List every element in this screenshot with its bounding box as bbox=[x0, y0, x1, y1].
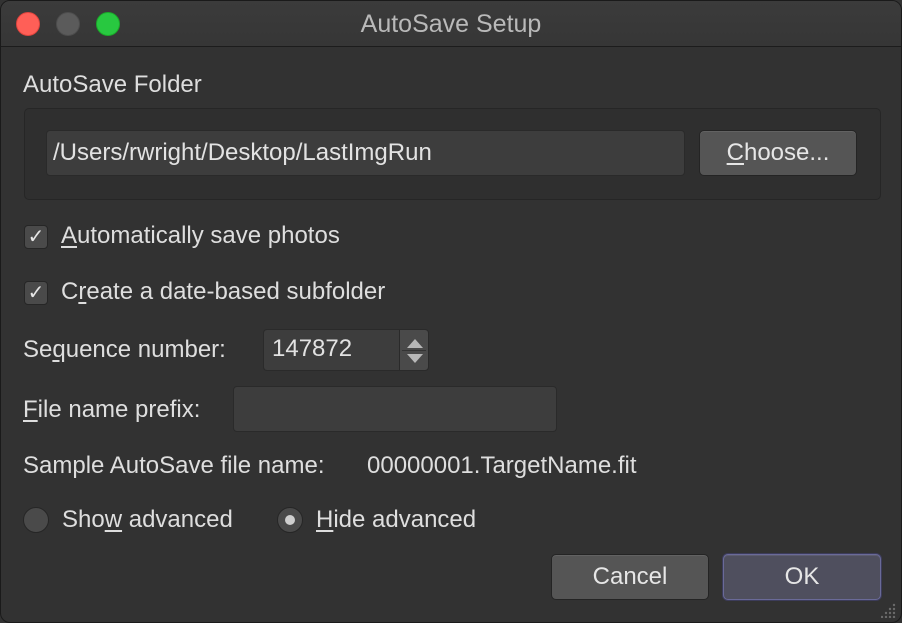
date-subfolder-label-pre: C bbox=[61, 278, 79, 305]
window-title: AutoSave Setup bbox=[360, 10, 542, 38]
ok-button[interactable]: OK bbox=[723, 554, 881, 600]
show-advanced-label-pre: Sho bbox=[62, 506, 105, 533]
sequence-label-mnemonic: q bbox=[52, 336, 66, 363]
show-advanced-radio[interactable] bbox=[23, 507, 49, 533]
hide-advanced-label-mnemonic: H bbox=[316, 506, 334, 533]
stepper-down-icon[interactable] bbox=[407, 354, 423, 363]
date-subfolder-label[interactable]: Create a date-based subfolder bbox=[61, 278, 385, 306]
show-advanced-label[interactable]: Show advanced bbox=[62, 506, 233, 534]
hide-advanced-radio[interactable] bbox=[277, 507, 303, 533]
resize-grip-icon[interactable] bbox=[881, 602, 897, 618]
title-bar[interactable]: AutoSave Setup bbox=[1, 1, 901, 47]
sequence-label-pre: Se bbox=[23, 336, 53, 363]
file-name-prefix-input[interactable] bbox=[233, 386, 557, 432]
auto-save-label-post: utomatically save photos bbox=[77, 222, 340, 249]
prefix-label-mnemonic: F bbox=[23, 396, 38, 423]
prefix-label-post: ile name prefix: bbox=[37, 396, 201, 423]
file-name-prefix-label: File name prefix: bbox=[23, 396, 200, 424]
autosave-folder-label: AutoSave Folder bbox=[23, 71, 202, 98]
auto-save-label-mnemonic: A bbox=[61, 222, 78, 249]
choose-label-post: hoose... bbox=[743, 139, 830, 166]
sequence-number-label: Sequence number: bbox=[23, 336, 226, 364]
choose-folder-button[interactable]: Choose... bbox=[699, 130, 857, 176]
date-subfolder-label-post: eate a date-based subfolder bbox=[86, 278, 386, 305]
choose-label-mnemonic: C bbox=[726, 139, 744, 166]
auto-save-checkbox[interactable]: ✓ bbox=[24, 225, 48, 249]
show-advanced-label-mnemonic: w bbox=[104, 506, 123, 533]
hide-advanced-label-post: ide advanced bbox=[333, 506, 477, 533]
sequence-label-post: uence number: bbox=[65, 336, 226, 363]
autosave-setup-dialog: AutoSave Setup AutoSave Folder Choose...… bbox=[0, 0, 902, 623]
cancel-button[interactable]: Cancel bbox=[551, 554, 709, 600]
sequence-number-stepper[interactable] bbox=[399, 329, 429, 371]
stepper-divider bbox=[402, 350, 426, 351]
autosave-folder-path-input[interactable] bbox=[46, 130, 685, 176]
sample-file-name-label: Sample AutoSave file name: bbox=[23, 452, 325, 479]
hide-advanced-label[interactable]: Hide advanced bbox=[316, 506, 476, 534]
show-advanced-label-post: advanced bbox=[122, 506, 233, 533]
stepper-up-icon[interactable] bbox=[407, 339, 423, 348]
date-subfolder-checkbox[interactable]: ✓ bbox=[24, 281, 48, 305]
sequence-number-input[interactable]: 147872 bbox=[263, 329, 400, 371]
sample-file-name-value: 00000001.TargetName.fit bbox=[367, 452, 637, 479]
auto-save-label[interactable]: Automatically save photos bbox=[61, 222, 340, 250]
